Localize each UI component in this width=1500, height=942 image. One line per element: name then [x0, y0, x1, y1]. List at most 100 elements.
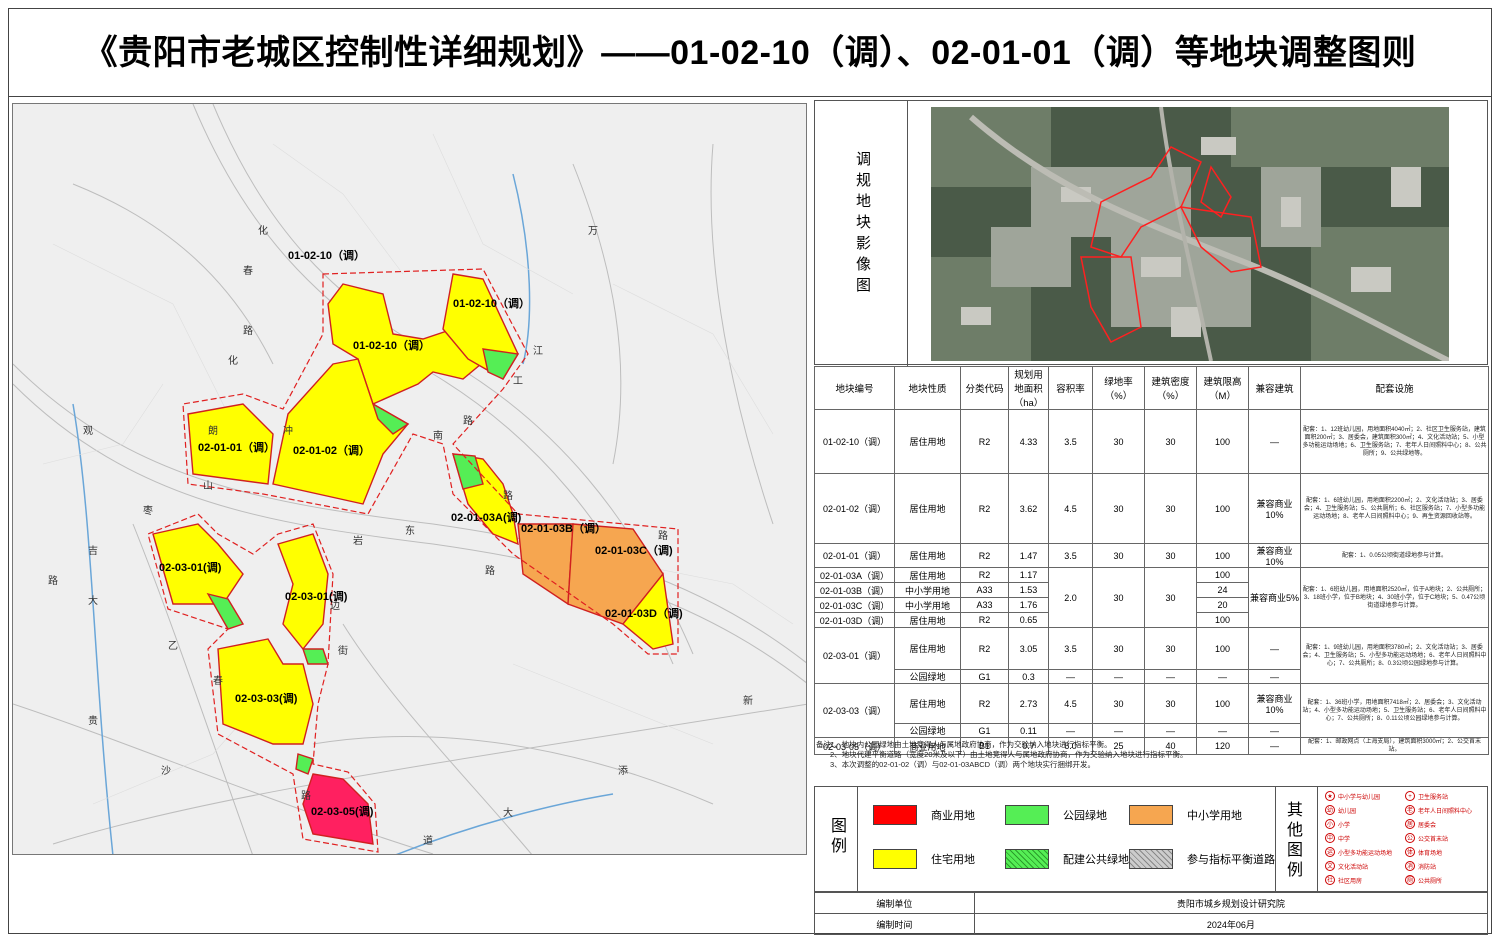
label-02-03-03: 02-03-03(调) — [235, 691, 298, 705]
col-header: 地块编号 — [814, 366, 895, 410]
road-char: 工 — [513, 376, 523, 387]
cell-code: R2 — [960, 409, 1009, 474]
cell-id: 02-01-01（调） — [814, 543, 895, 568]
cell-far: 3.5 — [1048, 409, 1093, 474]
cell-density: — — [1144, 723, 1197, 738]
cell-area: 3.05 — [1008, 627, 1049, 670]
road-char: 路 — [243, 324, 253, 337]
cell-far: 4.5 — [1048, 683, 1093, 724]
cell-use: 中小学用地 — [894, 597, 961, 613]
cell-id: 02-03-01（调） — [814, 627, 895, 684]
kindergarten-icon: 幼 — [1325, 805, 1335, 815]
note-line: 1、地块内公园绿地由土地竞得人与属地政府协商，作为交验纳入地块进行指标平衡。 — [830, 740, 1112, 749]
cell-height: 24 — [1196, 582, 1249, 598]
cell-far: 2.0 — [1048, 567, 1093, 628]
swatch-park — [1005, 805, 1049, 825]
other-legend-label: 小学 — [1338, 822, 1351, 829]
road-char: 吉 — [88, 545, 98, 557]
col-header: 建筑密度（%） — [1144, 366, 1197, 410]
table-header-row: 地块编号 地块性质 分类代码 规划用地面积（ha） 容积率 绿地率（%） 建筑密… — [814, 366, 1489, 410]
footer-table: 编制单位 贵阳市城乡规划设计研究院 编制时间 2024年06月 — [814, 892, 1489, 935]
road-char: 冲 — [283, 424, 293, 437]
cell-use: 居住用地 — [894, 473, 961, 544]
satellite-svg — [931, 107, 1449, 361]
cell-code: R2 — [960, 612, 1009, 628]
cell-code: R2 — [960, 683, 1009, 724]
cell-code: G1 — [960, 723, 1009, 738]
footer-time-label: 编制时间 — [814, 913, 975, 935]
cell-compat: — — [1248, 409, 1301, 474]
cell-code: R2 — [960, 543, 1009, 568]
cell-green: 30 — [1092, 683, 1145, 724]
cell-compat: 兼容商业10% — [1248, 683, 1301, 724]
label-02-01-03D: 02-01-03D（调) — [605, 606, 683, 620]
cell-code: R2 — [960, 627, 1009, 670]
toilet-icon: 厕 — [1405, 875, 1415, 885]
plot-02-03-01-green-b — [302, 648, 329, 665]
map-background — [13, 104, 806, 854]
legend-divider — [1317, 787, 1318, 891]
cell-area: 0.11 — [1008, 723, 1049, 738]
table-row: 01-02-10（调） 居住用地 R2 4.33 3.5 30 30 100 —… — [814, 409, 1489, 474]
road-char: 化 — [228, 354, 238, 367]
other-legend-item: 居居委会 — [1405, 819, 1436, 829]
cell-use: 居住用地 — [894, 627, 961, 670]
swatch-road — [1129, 849, 1173, 869]
stadium-icon: 体 — [1405, 847, 1415, 857]
cell-area: 3.62 — [1008, 473, 1049, 544]
cell-far: — — [1048, 669, 1093, 684]
cell-area: 4.33 — [1008, 409, 1049, 474]
cell-area: 2.73 — [1008, 683, 1049, 724]
cell-density: 30 — [1144, 567, 1197, 628]
legend-item-green-hatched: 配建公共绿地 — [1005, 849, 1129, 869]
other-legend-label: 幼儿园 — [1338, 808, 1357, 815]
school-icon: ★ — [1325, 791, 1335, 801]
other-legend-item: 体体育场地 — [1405, 847, 1442, 857]
other-legend-item: 中中学 — [1325, 833, 1350, 843]
cell-area: 1.17 — [1008, 567, 1049, 583]
road-char: 街 — [338, 644, 348, 657]
legend-item-school: 中小学用地 — [1129, 805, 1242, 825]
cell-far: 3.5 — [1048, 627, 1093, 670]
legend-label: 住宅用地 — [931, 854, 975, 866]
cell-use: 中小学用地 — [894, 582, 961, 598]
legend-label: 商业用地 — [931, 810, 975, 822]
table-row: 02-01-02（调） 居住用地 R2 3.62 4.5 30 30 100 兼… — [814, 473, 1489, 544]
committee-icon: 居 — [1405, 819, 1415, 829]
cell-area: 0.65 — [1008, 612, 1049, 628]
other-legend-item: + 卫生服务站 — [1405, 791, 1448, 801]
right-panel: 调规地块影像图 地块编号 地块性质 分类代码 规划用地面积（ha） 容积率 绿地… — [814, 100, 1489, 935]
cell-green: 30 — [1092, 543, 1145, 568]
cell-green: 30 — [1092, 567, 1145, 628]
col-header: 绿地率（%） — [1092, 366, 1145, 410]
satellite-label: 调规地块影像图 — [854, 151, 871, 298]
cell-use: 居住用地 — [894, 612, 961, 628]
middle-school-icon: 中 — [1325, 833, 1335, 843]
other-legend-item: ★ 中小学与幼儿园 — [1325, 791, 1380, 801]
road-char: 路 — [301, 789, 311, 802]
other-legend-label: 体育场地 — [1418, 850, 1443, 857]
other-legend-label: 卫生服务站 — [1418, 794, 1449, 801]
table-row: 02-03-01（调） 居住用地 R2 3.05 3.5 30 30 100 —… — [814, 627, 1489, 684]
cell-green: 30 — [1092, 409, 1145, 474]
road-char: 大 — [88, 594, 98, 607]
label-01-02-10-right: 01-02-10（调） — [453, 296, 530, 310]
planning-map[interactable]: 化 春 路 化 万 江 工 南 路 观 朗 冲 山 枣 吉 大 路 乙 春 沙 … — [12, 103, 807, 855]
plan-table: 地块编号 地块性质 分类代码 规划用地面积（ha） 容积率 绿地率（%） 建筑密… — [814, 366, 1489, 755]
label-01-02-10-top: 01-02-10（调） — [288, 248, 365, 262]
label-02-01-02: 02-01-02（调） — [293, 443, 370, 457]
legend-label: 中小学用地 — [1187, 810, 1242, 822]
notes: 备注： 1、地块内公园绿地由土地竞得人与属地政府协商，作为交验纳入地块进行指标平… — [814, 738, 1488, 782]
cell-far: — — [1048, 723, 1093, 738]
other-legend-label: 居委会 — [1418, 822, 1437, 829]
community-icon: 社 — [1325, 875, 1335, 885]
cell-id: 02-01-03D（调） — [814, 612, 895, 628]
road-char: 春 — [213, 675, 223, 687]
satellite-image[interactable] — [931, 107, 1449, 361]
road-char: 春 — [243, 265, 253, 277]
label-01-02-10-center: 01-02-10（调） — [353, 338, 430, 352]
road-char: 路 — [658, 529, 668, 542]
note-line: 3、本次调整的02-01-02（调）与02-01-03ABCD（调）两个地块实行… — [830, 760, 1096, 769]
road-char: 化 — [258, 224, 268, 237]
other-legend-title: 其他图例 — [1284, 801, 1301, 881]
